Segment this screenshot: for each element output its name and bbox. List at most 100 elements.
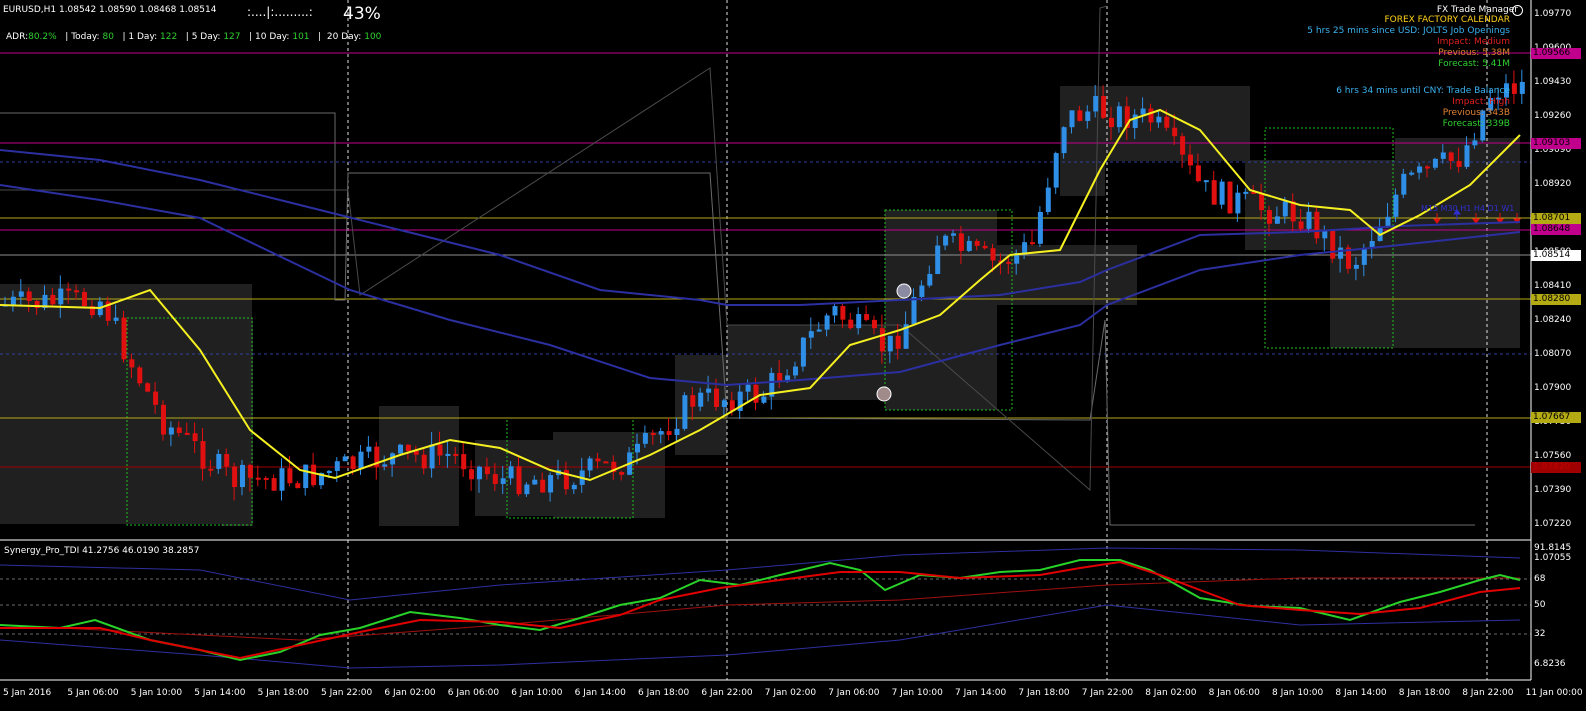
candle-body [808, 331, 814, 338]
price-tag-magenta-2: 1.08648 [1531, 224, 1581, 235]
candle-body [10, 296, 16, 305]
candle-body [477, 466, 482, 480]
candle-body [1211, 180, 1217, 205]
candle-body [216, 453, 222, 469]
indicator-level-label: 50 [1534, 600, 1546, 610]
candle-body [74, 290, 80, 293]
time-axis-label: 6 Jan 02:00 [384, 688, 436, 698]
candle-body [635, 443, 640, 453]
candle-body [1464, 145, 1470, 167]
session-box [1092, 86, 1250, 161]
candle-body [1188, 154, 1193, 166]
time-axis-label: 6 Jan 06:00 [447, 688, 500, 698]
smiley-icon[interactable] [1512, 5, 1523, 16]
candle-body [121, 317, 127, 360]
candle-body [311, 464, 317, 486]
price-axis-label: 1.07055 [1534, 553, 1572, 563]
candle-body [1306, 211, 1312, 229]
candle-body [540, 479, 546, 493]
candle-body [887, 335, 893, 352]
candle-body [1274, 216, 1280, 224]
candle-body [1235, 192, 1241, 214]
candle-body [1061, 127, 1067, 154]
trade-marker-icon [876, 386, 892, 402]
candle-body [958, 233, 964, 251]
candle-body [824, 315, 830, 330]
candle-body [1219, 181, 1225, 205]
time-axis-label: 7 Jan 02:00 [764, 688, 817, 698]
candle-body [840, 306, 846, 320]
candle-body [1385, 216, 1391, 227]
price-axis-label: 1.08240 [1534, 315, 1572, 325]
candle-body [153, 391, 159, 405]
candle-body [1417, 166, 1423, 173]
candle-body [603, 461, 609, 464]
candle-body [508, 466, 514, 479]
candle-body [1361, 247, 1367, 265]
indicator-level-label: 6.8236 [1534, 659, 1566, 669]
time-axis-label: 5 Jan 18:00 [257, 688, 309, 698]
candle-body [1338, 247, 1344, 259]
candle-body [1425, 166, 1430, 169]
price-tag-red-1: 1.07420 [1531, 462, 1581, 473]
candle-body [690, 395, 696, 407]
chart-canvas[interactable] [0, 0, 1586, 711]
candle-body [832, 306, 838, 316]
candle-body [816, 329, 822, 332]
day20-label: 20 Day: [326, 32, 362, 42]
candle-body [982, 245, 988, 249]
candle-body [1156, 116, 1162, 123]
time-axis-label: 5 Jan 2016 [3, 688, 52, 698]
time-axis-label: 6 Jan 10:00 [511, 688, 563, 698]
candle-body [1393, 194, 1399, 217]
candle-body [129, 359, 135, 368]
candle-body [1069, 110, 1075, 128]
price-tag-current: 1.08514 [1531, 250, 1581, 261]
candle-body [1259, 193, 1265, 211]
candle-body [1511, 83, 1517, 94]
day1-value: 122 [160, 32, 178, 42]
time-axis-label: 5 Jan 10:00 [130, 688, 183, 698]
candle-body [1409, 172, 1415, 175]
candle-body [192, 433, 198, 442]
candle-body [1085, 111, 1091, 121]
candle-body [721, 400, 727, 407]
timeframe-row[interactable]: M15 M30 H1 H4 D1 W1 [1421, 203, 1514, 215]
candle-body [263, 477, 269, 480]
candle-body [935, 245, 941, 274]
candle-body [714, 388, 719, 407]
candle-body [619, 472, 625, 475]
candle-body [698, 392, 704, 407]
indicator-title: Synergy_Pro_TDI 41.2756 46.0190 38.2857 [4, 546, 200, 556]
candle-body [232, 466, 238, 488]
candle-body [1148, 108, 1154, 123]
candle-body [1140, 108, 1146, 115]
candle-body [1116, 106, 1122, 128]
time-axis-label: 8 Jan 14:00 [1335, 688, 1387, 698]
candle-body [240, 464, 245, 488]
candle-body [800, 337, 806, 367]
price-tag-olive-3: 1.07667 [1531, 412, 1581, 423]
candle-body [990, 248, 996, 261]
session-box [221, 318, 253, 526]
candle-body [326, 470, 332, 474]
candle-body [58, 288, 64, 305]
time-axis-label: 6 Jan 22:00 [701, 688, 753, 698]
candle-body [1045, 187, 1051, 212]
candle-body [66, 288, 72, 291]
candle-body [161, 404, 166, 435]
candle-body [453, 453, 459, 456]
candle-body [1448, 152, 1454, 161]
candle-body [382, 464, 388, 467]
candle-body [1298, 221, 1304, 229]
price-axis-label: 1.07220 [1534, 519, 1572, 529]
candle-body [1330, 229, 1336, 259]
candle-body [50, 294, 56, 305]
candle-body [247, 464, 253, 478]
candle-body [429, 444, 435, 469]
candle-body [18, 291, 24, 297]
candle-body [745, 384, 751, 392]
candle-body [224, 453, 230, 467]
candle-body [358, 451, 364, 470]
candle-body [1132, 114, 1138, 128]
